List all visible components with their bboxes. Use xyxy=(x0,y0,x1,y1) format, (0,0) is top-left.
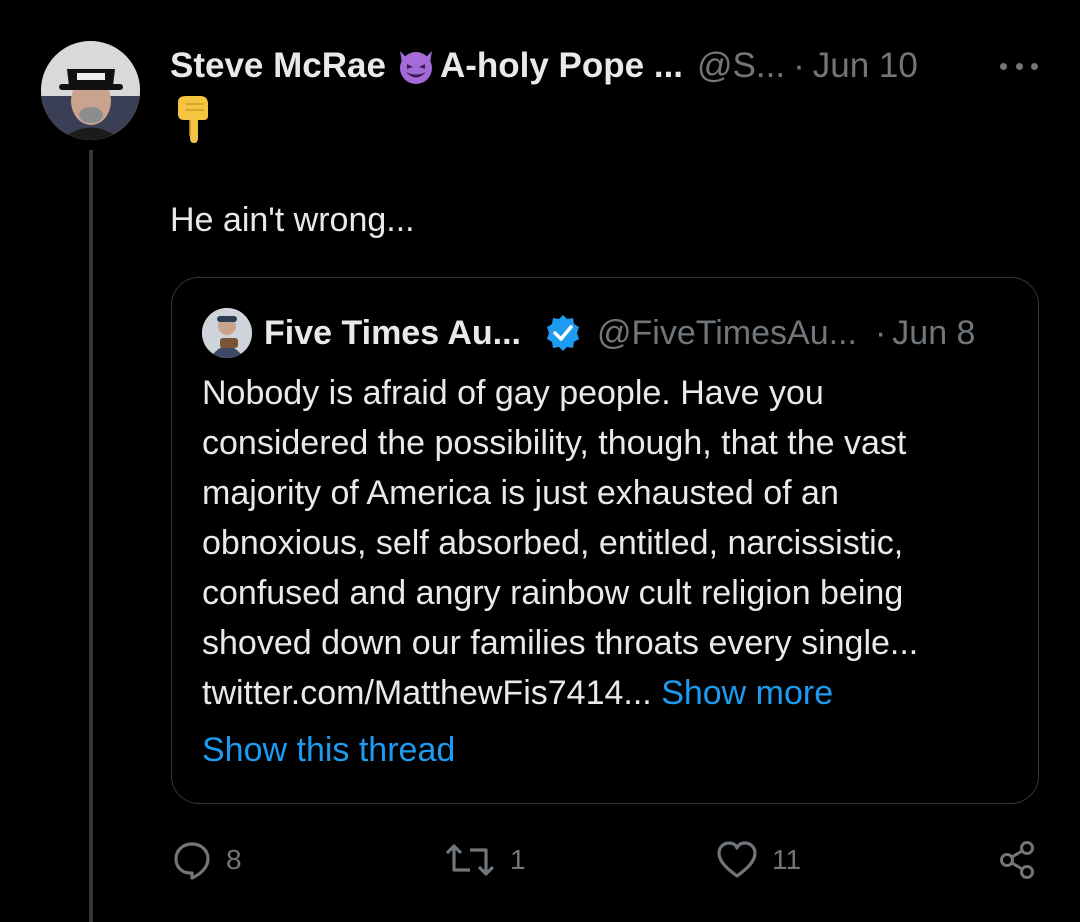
show-thread-link[interactable]: Show this thread xyxy=(202,725,455,775)
quoted-tweet-link[interactable]: twitter.com/MatthewFis7414... xyxy=(202,674,652,712)
thread-connector-line xyxy=(89,150,93,922)
quoted-tweet-date[interactable]: Jun 8 xyxy=(892,310,975,356)
quoted-tweet-header: Five Times Au... @FiveTimesAu... · Jun 8 xyxy=(264,310,975,356)
quoted-author-handle[interactable]: @FiveTimesAu... xyxy=(597,310,857,356)
like-count: 11 xyxy=(772,844,802,875)
share-button[interactable] xyxy=(998,830,1038,890)
author-handle[interactable]: @S... xyxy=(697,44,785,88)
quoted-text-line: majority of America is just exhausted of… xyxy=(202,474,839,512)
backhand-index-pointing-down-icon xyxy=(174,96,214,144)
reply-count: 8 xyxy=(226,844,242,875)
quoted-text-line: considered the possibility, though, that… xyxy=(202,424,907,462)
retweet-icon xyxy=(445,844,495,876)
reply-button[interactable]: 8 xyxy=(172,830,242,890)
quoted-separator-dot: · xyxy=(874,314,887,352)
more-options-button[interactable] xyxy=(1000,58,1038,74)
more-dot xyxy=(1000,62,1007,70)
show-more-link[interactable]: Show more xyxy=(661,674,833,712)
quoted-tweet-body: Nobody is afraid of gay people. Have you… xyxy=(202,368,1022,718)
smiling-face-with-horns-icon xyxy=(394,47,438,85)
more-dot xyxy=(1015,62,1023,70)
retweet-count: 1 xyxy=(510,844,526,875)
quoted-author-display-name[interactable]: Five Times Au... xyxy=(264,310,521,356)
tweet-header: Steve McRae A-holy Pope ... @S... · Jun … xyxy=(170,44,918,88)
quoted-text-line: Nobody is afraid of gay people. Have you xyxy=(202,374,824,412)
author-display-name-suffix[interactable]: A-holy Pope ... xyxy=(440,44,683,88)
more-dot xyxy=(1031,62,1038,70)
heart-icon xyxy=(717,841,757,878)
tweet-action-bar: 8 1 11 xyxy=(0,830,1080,890)
quoted-text-line: obnoxious, self absorbed, entitled, narc… xyxy=(202,524,904,562)
verified-badge-icon xyxy=(543,313,583,353)
tweet-date[interactable]: Jun 10 xyxy=(813,44,918,88)
share-icon xyxy=(1000,841,1034,879)
avatar-image xyxy=(41,41,140,140)
separator-dot: · xyxy=(793,46,805,85)
tweet-body-text: He ain't wrong... xyxy=(170,201,415,239)
quoted-tweet-card[interactable]: Five Times Au... @FiveTimesAu... · Jun 8… xyxy=(171,277,1039,804)
quoted-author-avatar[interactable] xyxy=(202,308,252,358)
author-display-name[interactable]: Steve McRae xyxy=(170,44,386,88)
quoted-link-line: twitter.com/MatthewFis7414... Show more xyxy=(202,668,1022,718)
retweet-button[interactable]: 1 xyxy=(444,830,526,890)
author-avatar[interactable] xyxy=(41,41,140,140)
quoted-avatar-image xyxy=(202,308,252,358)
quoted-text-line: shoved down our families throats every s… xyxy=(202,624,919,662)
reply-icon xyxy=(174,842,210,880)
like-button[interactable]: 11 xyxy=(716,830,801,890)
quoted-text-line: confused and angry rainbow cult religion… xyxy=(202,574,904,612)
